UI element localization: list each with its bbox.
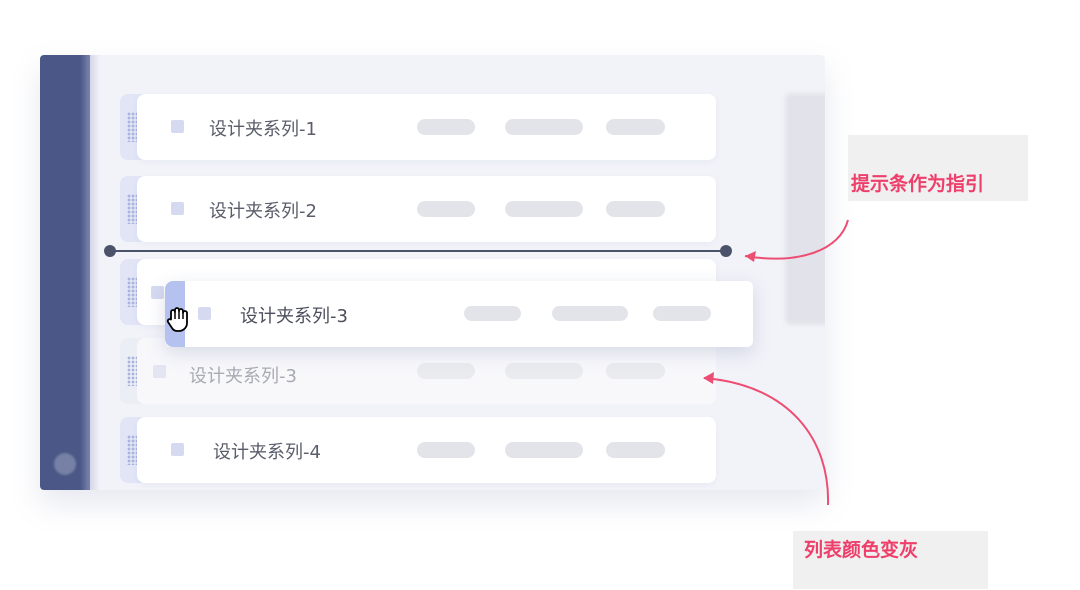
arrowhead-icon <box>745 251 756 262</box>
arrow-to-guide-line <box>744 219 849 260</box>
arrowhead-icon <box>703 372 714 384</box>
arrow-to-gray-row <box>703 377 830 506</box>
annotation-arrows <box>703 219 849 506</box>
